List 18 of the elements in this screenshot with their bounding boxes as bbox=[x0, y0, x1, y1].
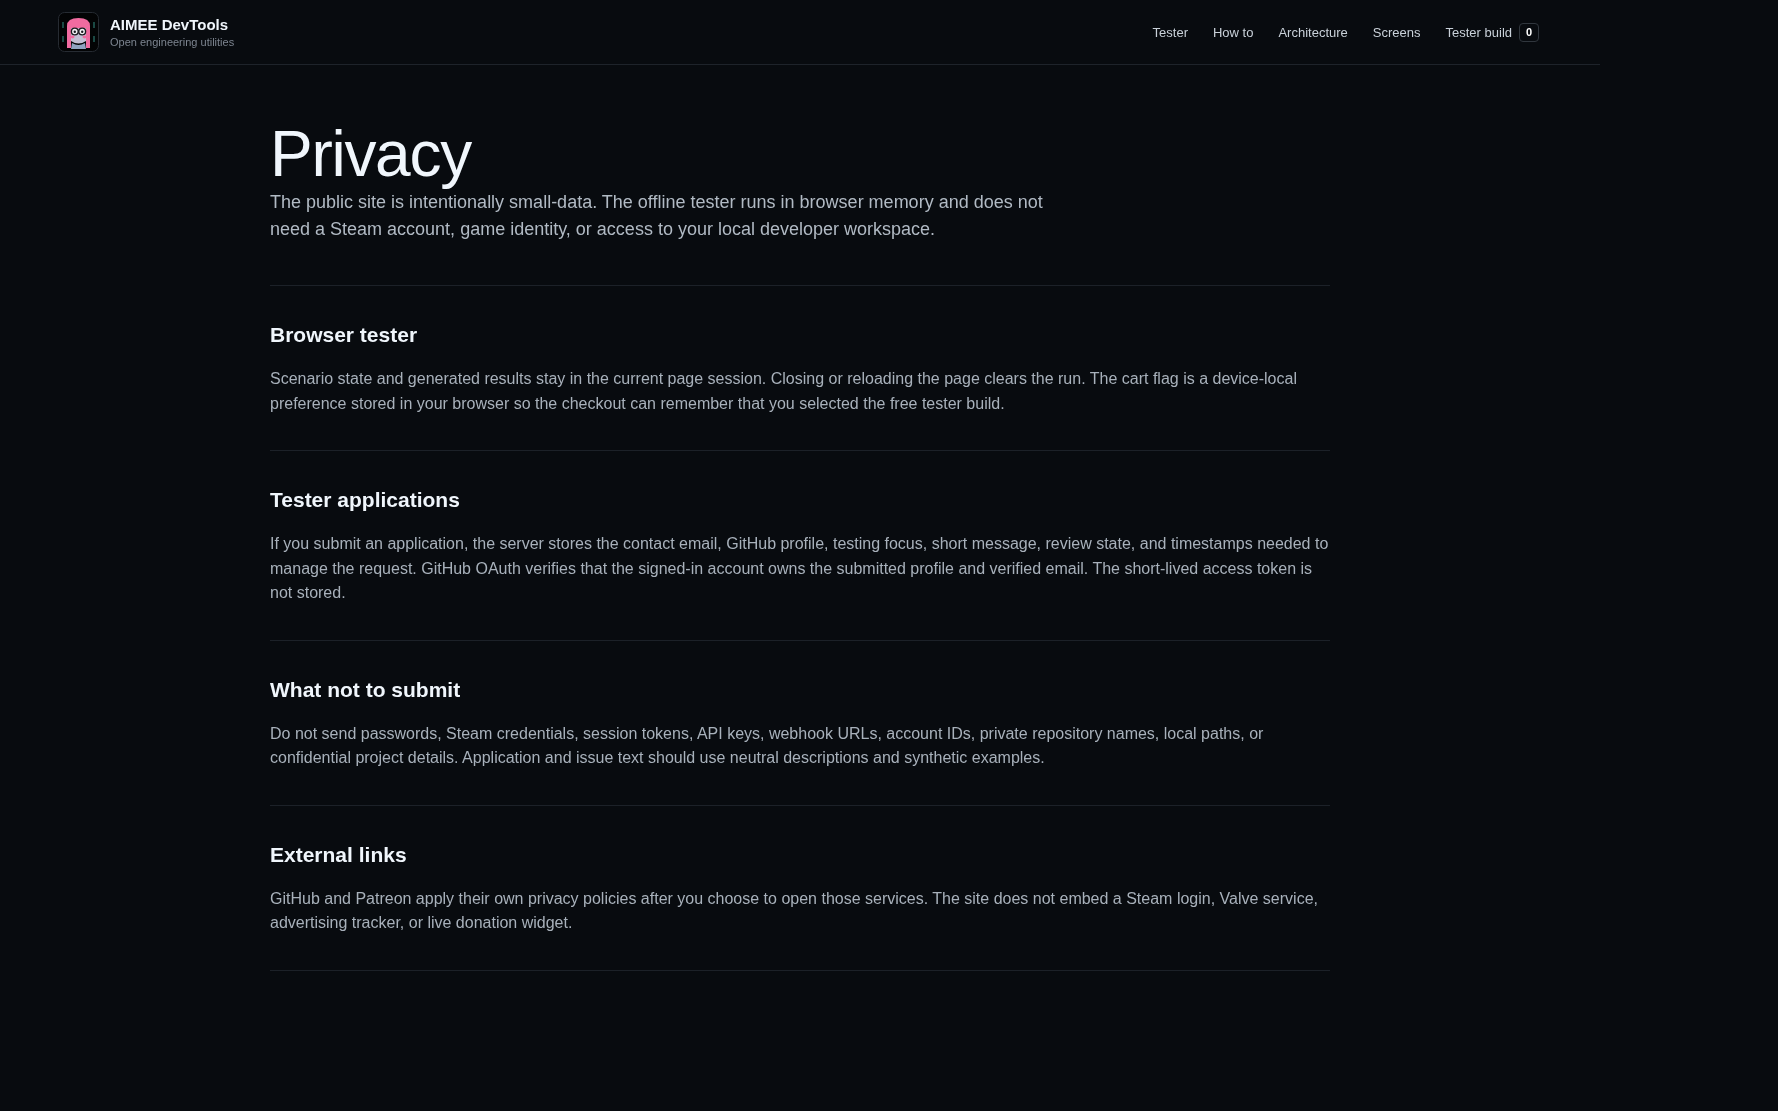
nav-link[interactable]: Screens bbox=[1372, 22, 1421, 42]
count-badge: 0 bbox=[1519, 22, 1539, 42]
section-heading: External links bbox=[270, 841, 408, 868]
section-paragraph: Scenario state and generated results stay in the current page session. Closing or reloading the page clears the run. The cart flag is a device-local preference stored in your browser so the checkout can remember that you selected the free tester build. bbox=[270, 369, 1298, 414]
nav-link[interactable]: How to bbox=[1212, 22, 1254, 42]
section-heading: Tester applications bbox=[270, 487, 461, 513]
mascot-logo bbox=[58, 12, 99, 52]
nav-link[interactable]: Tester build 0 bbox=[1445, 22, 1539, 42]
section-paragraph: GitHub and Patreon apply their own privacy policies after you choose to open those services. The site does not embed a Steam login, Valve service, advertising tracker, or live donation widget. bbox=[270, 888, 1319, 933]
brand-tagline: Open engineering utilities bbox=[110, 35, 235, 49]
nav-link[interactable]: Tester bbox=[1152, 22, 1188, 42]
brand-title: AIMEE DevTools bbox=[110, 15, 230, 34]
section-paragraph: If you submit an application, the server stores the contact email, GitHub profile, testing focus, short message, review state, and timestamps needed to manage the request. GitHub OAuth verifies that the signed-in account owns the submitted profile and verified email. The short-lived access token is not stored. bbox=[270, 534, 1330, 603]
section-heading: Browser tester bbox=[270, 322, 419, 348]
section-paragraph: Do not send passwords, Steam credentials, session tokens, API keys, webhook URLs, account IDs, private repository names, local paths, or confidential project details. Application and issue text should use neutral descriptions and synthetic examples. bbox=[270, 723, 1265, 768]
nav-link[interactable]: Architecture bbox=[1278, 22, 1348, 42]
intro-paragraph: The public site is intentionally small-data. The offline tester runs in browser memory and does not need a Steam account, game identity, or access to your local developer workspace. bbox=[270, 191, 1044, 241]
section-heading: What not to submit bbox=[270, 676, 462, 703]
